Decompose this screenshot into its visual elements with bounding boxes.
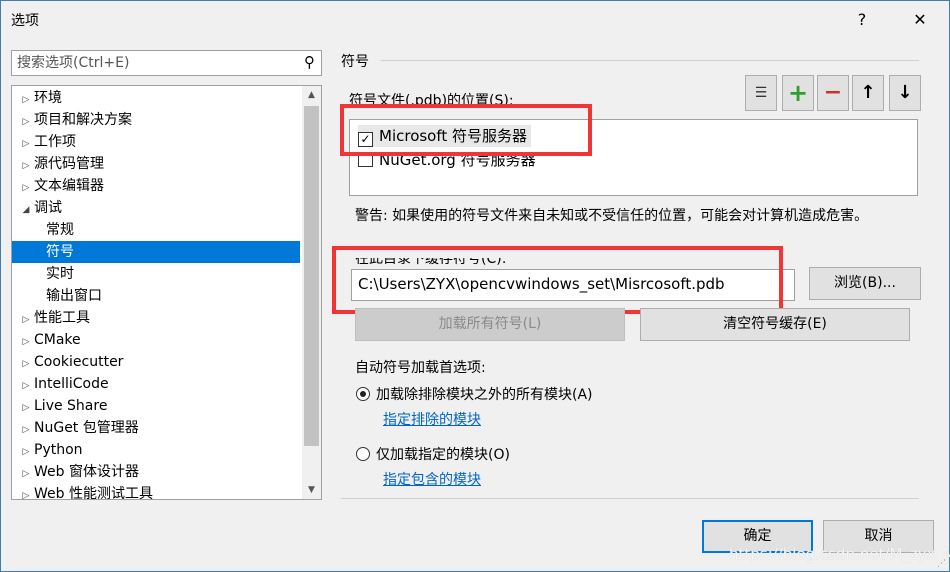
tree-item-label: 调试 [34,200,62,216]
tree-item[interactable]: ▷ Web 窗体设计器 [12,461,321,483]
tree-item[interactable]: ▷ Web 性能测试工具 [12,483,321,500]
tree-item[interactable]: ▷ IntelliCode [12,373,321,395]
tree-item[interactable]: ▷ 环境 [12,87,321,109]
auto-load-label: 自动符号加载首选项: [355,360,486,376]
expand-arrow-icon[interactable]: ▷ [18,463,34,485]
add-button[interactable]: + [782,75,814,111]
tree-item[interactable]: 符号 [12,241,300,263]
arrow-up-icon: ↑ [860,82,876,103]
tree-item[interactable]: ▷ 文本编辑器 [12,175,321,197]
tree-item-label: 符号 [46,244,74,260]
tree-item-label: 环境 [34,90,62,106]
watermark: https://blog.csdn.net/M_zyx_M [729,545,950,563]
expand-arrow-icon[interactable]: ▷ [18,419,34,441]
resize-grip-icon[interactable]: ⋰ [937,559,946,569]
tree-item[interactable]: ▷ Live Share [12,395,321,417]
minus-icon: − [823,80,843,105]
tree-item-label: 项目和解决方案 [34,112,132,128]
tree-item-label: Live Share [34,398,108,414]
tree-item-label: IntelliCode [34,376,109,392]
radio-icon[interactable] [356,447,370,461]
expand-arrow-icon[interactable]: ▷ [18,133,34,155]
tree-item-label: CMake [34,332,81,348]
tree-item-label: Web 性能测试工具 [34,486,153,500]
tree-item-label: Cookiecutter [34,354,124,370]
collapse-arrow-icon[interactable]: ◢ [18,199,34,221]
section-title: 符号 [341,54,369,70]
tree-item[interactable]: ▷ 性能工具 [12,307,321,329]
expand-arrow-icon[interactable]: ▷ [18,309,34,331]
move-up-button[interactable]: ↑ [852,75,884,111]
browse-button[interactable]: 浏览(B)... [809,267,921,300]
scroll-down-icon[interactable]: ▼ [302,481,321,499]
expand-arrow-icon[interactable]: ▷ [18,353,34,375]
include-modules-link[interactable]: 指定包含的模块 [383,469,481,489]
tree-item-label: Web 窗体设计器 [34,464,139,480]
search-icon[interactable]: ⚲ [304,53,315,71]
tree-item[interactable]: 输出窗口 [12,285,321,307]
search-input[interactable] [12,51,282,75]
tree-item[interactable]: ▷ NuGet 包管理器 [12,417,321,439]
tree-item[interactable]: ▷ 源代码管理 [12,153,321,175]
radio-selected-icon[interactable] [356,387,370,401]
search-box: ⚲ [11,50,322,76]
expand-arrow-icon[interactable]: ▷ [18,155,34,177]
expand-arrow-icon[interactable]: ▷ [18,375,34,397]
expand-arrow-icon[interactable]: ▷ [18,485,34,499]
tree-item-label: Python [34,442,83,458]
load-all-symbols-button[interactable]: 加载所有符号(L) [355,308,625,341]
expand-arrow-icon[interactable]: ▷ [18,331,34,353]
expand-arrow-icon[interactable]: ▷ [18,111,34,133]
highlight-box [340,104,592,156]
tree-item[interactable]: ▷ 项目和解决方案 [12,109,321,131]
arrow-down-icon: ↓ [897,82,913,103]
clear-cache-button[interactable]: 清空符号缓存(E) [640,308,910,341]
window-title: 选项 [11,13,39,29]
radio-load-specified[interactable]: 仅加载指定的模块(O) [356,444,510,464]
expand-arrow-icon[interactable]: ▷ [18,177,34,199]
expand-arrow-icon[interactable]: ▷ [18,441,34,463]
scroll-up-icon[interactable]: ▲ [302,86,321,104]
scrollbar[interactable]: ▲ ▼ [302,86,321,499]
highlight-box [332,246,783,314]
close-button[interactable]: ✕ [905,5,935,35]
divider [341,498,919,499]
tree-item[interactable]: 常规 [12,219,321,241]
divider [381,60,919,61]
options-tree: ▲ ▼ ▷ 环境 ▷ 项目和解决方案 ▷ 工作项 ▷ 源代码管理 ▷ 文本编辑器 ◢ 调试 常规 符号 实时… [11,85,322,500]
tree-item-label: 输出窗口 [46,288,102,304]
tree-item-label: 常规 [46,222,74,238]
help-button[interactable]: ? [847,5,877,35]
tree-item-label: 文本编辑器 [34,178,104,194]
add-list-icon: ☰ [754,85,768,101]
tree-item[interactable]: 实时 [12,263,321,285]
plus-icon: + [787,79,809,107]
exclude-modules-link[interactable]: 指定排除的模块 [383,409,481,429]
tree-item[interactable]: ▷ CMake [12,329,321,351]
expand-arrow-icon[interactable]: ▷ [18,89,34,111]
warning-text: 警告: 如果使用的符号文件来自未知或不受信任的位置，可能会对计算机造成危害。 [355,208,869,224]
tree-item[interactable]: ◢ 调试 [12,197,321,219]
move-down-button[interactable]: ↓ [889,75,921,111]
tree-item-label: 实时 [46,266,74,282]
tree-item[interactable]: ▷ Python [12,439,321,461]
tree-item[interactable]: ▷ Cookiecutter [12,351,321,373]
tree-item-label: 工作项 [34,134,76,150]
tree-item-label: NuGet 包管理器 [34,420,139,436]
add-server-button[interactable]: ☰ [745,75,777,111]
expand-arrow-icon[interactable]: ▷ [18,397,34,419]
tree-item-label: 源代码管理 [34,156,104,172]
tree-item-label: 性能工具 [34,310,90,326]
scrollbar-thumb[interactable] [304,106,319,446]
tree-item[interactable]: ▷ 工作项 [12,131,321,153]
remove-button[interactable]: − [817,75,849,111]
radio-load-all-except[interactable]: 加载除排除模块之外的所有模块(A) [356,384,593,404]
